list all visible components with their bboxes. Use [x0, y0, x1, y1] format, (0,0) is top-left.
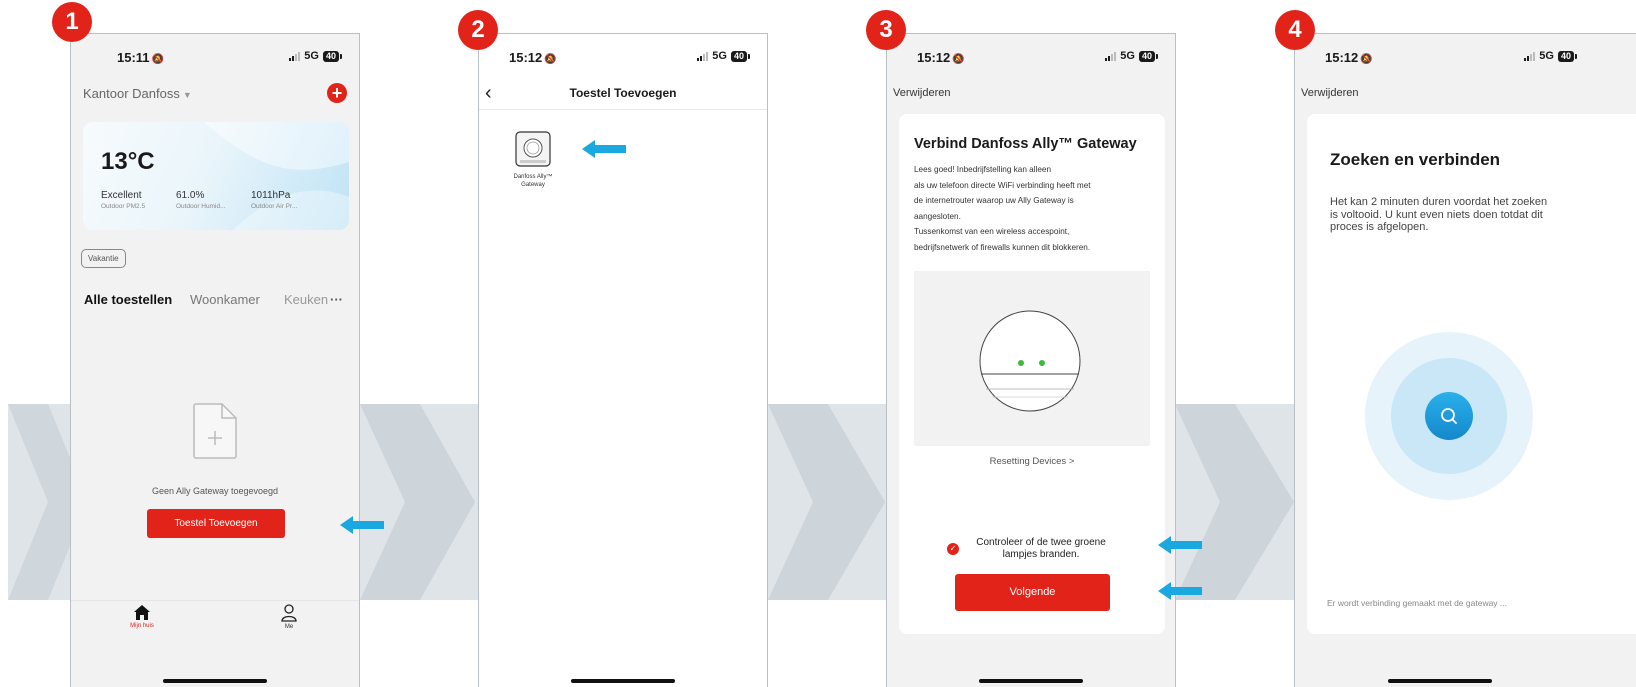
phone-screen-connect: 15:12 🔕 5G 40 Verwijderen Verbind Danfoss…	[886, 33, 1176, 687]
instructions-text: Lees goed! Inbedrijfstelling kan alleen …	[914, 165, 1091, 252]
weather-stat-pressure: 1011hPa Outdoor Air Pr...	[251, 190, 298, 210]
network-label: 5G	[304, 50, 319, 62]
next-button[interactable]: Volgende	[955, 574, 1110, 611]
status-time: 15:12 🔕	[509, 50, 557, 65]
signal-icon	[289, 51, 301, 61]
empty-file-icon	[193, 403, 237, 459]
status-time: 15:11 🔕	[117, 50, 164, 65]
tab-bar-divider	[71, 600, 359, 601]
status-time: 15:12 🔕	[1325, 50, 1373, 65]
search-pulse-animation	[1365, 332, 1533, 500]
phone-screen-searching: 15:12 🔕 5G 40 Verwijderen Zoeken en verbi…	[1294, 33, 1636, 687]
empty-state-text: Geen Ally Gateway toegevoegd	[151, 486, 279, 496]
checked-icon[interactable]: ✓	[947, 543, 959, 555]
status-time: 15:12 🔕	[917, 50, 965, 65]
confirm-leds-checkbox-row[interactable]: ✓ Controleer of de twee groene lampjes b…	[947, 537, 1131, 561]
step-badge-3: 3	[866, 10, 906, 50]
status-bar: 15:12 🔕 5G 40	[1295, 48, 1636, 68]
search-card: Zoeken en verbinden Het kan 2 minuten du…	[1307, 114, 1636, 634]
tab-all-devices[interactable]: Alle toestellen	[84, 292, 172, 307]
tab-woonkamer[interactable]: Woonkamer	[190, 292, 260, 307]
resetting-devices-link[interactable]: Resetting Devices >	[899, 456, 1165, 467]
home-icon	[134, 605, 150, 620]
weather-card: 13°C Excellent Outdoor PM2.5 61.0% Outdoor…	[83, 122, 349, 230]
battery-icon: 40	[1138, 50, 1159, 62]
temperature-value: 13°C	[101, 148, 155, 175]
phone-screen-add-device: 15:12 🔕 5G 40 ‹ Toestel Toevoegen Danfoss…	[478, 33, 768, 687]
status-bar: 15:12 🔕 5G 40	[479, 48, 767, 68]
search-info-text: Het kan 2 minuten duren voordat het zoek…	[1330, 196, 1548, 233]
home-indicator	[1388, 679, 1492, 683]
connect-card: Verbind Danfoss Ally™ Gateway Lees goed!…	[899, 114, 1165, 634]
confirm-leds-text: Controleer of de twee groene lampjes bra…	[976, 537, 1106, 560]
network-label: 5G	[1120, 50, 1135, 62]
signal-icon	[1105, 51, 1117, 61]
status-bar: 15:12 🔕 5G 40	[887, 48, 1175, 68]
weather-wave-decoration	[203, 122, 349, 230]
signal-icon	[697, 51, 709, 61]
card-title: Zoeken en verbinden	[1330, 150, 1501, 169]
nav-me[interactable]: Me	[275, 604, 303, 630]
page-title: Toestel Toevoegen	[569, 86, 677, 100]
home-indicator	[979, 679, 1083, 683]
nav-label-me: Me	[284, 624, 294, 630]
gateway-leds-illustration	[914, 271, 1150, 446]
home-indicator	[571, 679, 675, 683]
more-tabs-icon[interactable]: ···	[330, 292, 343, 307]
search-icon-circle	[1425, 392, 1473, 440]
step-badge-2: 2	[458, 10, 498, 50]
home-selector[interactable]: Kantoor Danfoss ▼	[83, 86, 192, 101]
battery-icon: 40	[322, 50, 343, 62]
tab-keuken[interactable]: Keuken	[284, 292, 328, 307]
network-label: 5G	[1539, 50, 1554, 62]
pointer-arrow-1	[340, 516, 384, 534]
bell-muted-icon: 🔕	[952, 54, 965, 65]
signal-icon	[1524, 51, 1536, 61]
nav-label-home: Mijn huis	[130, 623, 154, 629]
status-bar: 15:11 🔕 5G 40	[71, 48, 359, 68]
header-divider	[479, 109, 767, 110]
pointer-arrow-3a	[1158, 536, 1202, 554]
remove-link[interactable]: Verwijderen	[1301, 87, 1358, 99]
plus-icon: +	[331, 83, 343, 103]
add-device-button[interactable]: Toestel Toevoegen	[147, 509, 285, 538]
card-title: Verbind Danfoss Ally™ Gateway	[914, 136, 1137, 152]
step-badge-4: 4	[1275, 10, 1315, 50]
bell-muted-icon: 🔕	[151, 54, 164, 65]
gateway-device-tile[interactable]: Danfoss Ally™ Gateway	[505, 130, 561, 189]
step-badge-1: 1	[52, 2, 92, 42]
remove-link[interactable]: Verwijderen	[893, 87, 950, 99]
home-name: Kantoor Danfoss	[83, 86, 180, 101]
home-indicator	[163, 679, 267, 683]
battery-icon: 40	[1557, 50, 1578, 62]
vacation-chip[interactable]: Vakantie	[81, 249, 126, 268]
add-plus-button[interactable]: +	[327, 83, 347, 103]
person-icon	[281, 604, 297, 622]
caret-down-icon: ▼	[182, 90, 192, 100]
pointer-arrow-2	[582, 140, 626, 158]
phone-screen-home: 15:11 🔕 5G 40 Kantoor Danfoss ▼ + 13°C Exc…	[70, 33, 360, 687]
nav-my-home[interactable]: Mijn huis	[123, 604, 161, 629]
network-label: 5G	[712, 50, 727, 62]
weather-stat-humidity: 61.0% Outdoor Humid...	[176, 190, 226, 210]
bell-muted-icon: 🔕	[544, 54, 557, 65]
pointer-arrow-3b	[1158, 582, 1202, 600]
gateway-device-icon	[515, 131, 551, 167]
battery-icon: 40	[730, 50, 751, 62]
search-icon	[1441, 408, 1457, 424]
connecting-status-text: Er wordt verbinding gemaakt met de gatew…	[1327, 598, 1508, 608]
bell-muted-icon: 🔕	[1360, 54, 1373, 65]
weather-stat-pm: Excellent Outdoor PM2.5	[101, 190, 146, 210]
gateway-device-label: Danfoss Ally™ Gateway	[513, 173, 553, 188]
